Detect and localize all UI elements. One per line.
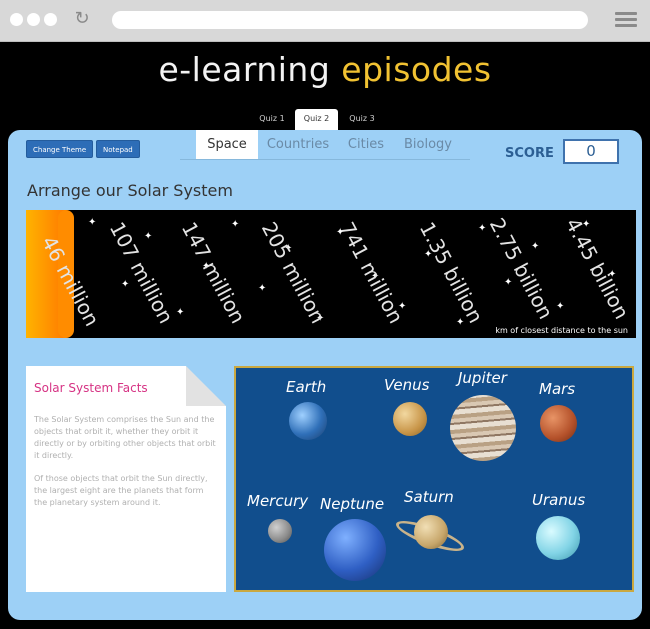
- tab-underline: [180, 159, 470, 160]
- score-value: 0: [563, 139, 619, 164]
- tab-countries[interactable]: Countries: [262, 130, 334, 160]
- distance-label[interactable]: 2.75 billion: [485, 214, 558, 323]
- tab-quiz-2[interactable]: Quiz 2: [295, 109, 338, 131]
- window-dot-icon[interactable]: [27, 13, 40, 26]
- score-label: SCORE: [505, 146, 554, 161]
- planet-label-earth: Earth: [286, 378, 327, 396]
- distance-label[interactable]: 741 million: [335, 218, 408, 327]
- distance-label[interactable]: 147 million: [177, 218, 250, 327]
- tab-biology[interactable]: Biology: [398, 130, 458, 160]
- planet-label-mars: Mars: [539, 380, 576, 398]
- planet-label-venus: Venus: [384, 376, 430, 394]
- tab-quiz-1[interactable]: Quiz 1: [252, 109, 292, 131]
- activity-heading: Arrange our Solar System: [27, 181, 233, 200]
- page-fold-icon: [186, 366, 226, 406]
- neptune-planet[interactable]: [324, 519, 386, 581]
- title-word-2: episodes: [341, 50, 492, 89]
- distance-label[interactable]: 1.35 billion: [415, 218, 488, 327]
- distance-strip: ✦ ✦ ✦ ✦ ✦ ✦ ✦ ✦ ✦ ✦ ✦ ✦ ✦ ✦ ✦ ✦ ✦ ✦ ✦ ✦ …: [26, 210, 636, 338]
- reload-icon[interactable]: ↻: [72, 9, 92, 29]
- tab-quiz-3[interactable]: Quiz 3: [342, 109, 382, 131]
- facts-paragraph: Of those objects that orbit the Sun dire…: [34, 474, 208, 507]
- jupiter-planet[interactable]: [450, 395, 516, 461]
- saturn-planet[interactable]: [414, 515, 448, 549]
- change-theme-button[interactable]: Change Theme: [26, 140, 94, 158]
- facts-title: Solar System Facts: [34, 381, 148, 395]
- tab-cities[interactable]: Cities: [340, 130, 392, 160]
- window-dot-icon[interactable]: [44, 13, 57, 26]
- distance-label[interactable]: 107 million: [105, 218, 178, 327]
- address-bar[interactable]: [112, 11, 588, 29]
- mercury-planet[interactable]: [268, 519, 292, 543]
- planet-label-uranus: Uranus: [532, 491, 586, 509]
- title-word-1: e-learning: [158, 50, 331, 89]
- earth-planet[interactable]: [289, 402, 327, 440]
- distance-label[interactable]: 4.45 billion: [561, 214, 634, 323]
- planet-label-saturn: Saturn: [404, 488, 454, 506]
- uranus-planet[interactable]: [536, 516, 580, 560]
- distance-note: km of closest distance to the sun: [495, 326, 628, 335]
- distance-label[interactable]: 205 million: [257, 218, 330, 327]
- planet-label-mercury: Mercury: [247, 492, 309, 510]
- tab-space[interactable]: Space: [196, 130, 258, 160]
- mars-planet[interactable]: [540, 405, 577, 442]
- facts-paragraph: The Solar System comprises the Sun and t…: [34, 415, 216, 460]
- planet-board: Earth Venus Jupiter Mars Mercury Neptune…: [234, 366, 634, 592]
- hamburger-menu-icon[interactable]: [615, 12, 637, 28]
- window-dot-icon[interactable]: [10, 13, 23, 26]
- facts-card: Solar System Facts The Solar System comp…: [26, 366, 226, 592]
- browser-toolbar: ↻: [0, 0, 650, 42]
- notepad-button[interactable]: Notepad: [96, 140, 140, 158]
- planet-label-jupiter: Jupiter: [458, 369, 507, 387]
- page-title: e-learning episodes: [0, 50, 650, 89]
- venus-planet[interactable]: [393, 402, 427, 436]
- planet-label-neptune: Neptune: [320, 495, 385, 513]
